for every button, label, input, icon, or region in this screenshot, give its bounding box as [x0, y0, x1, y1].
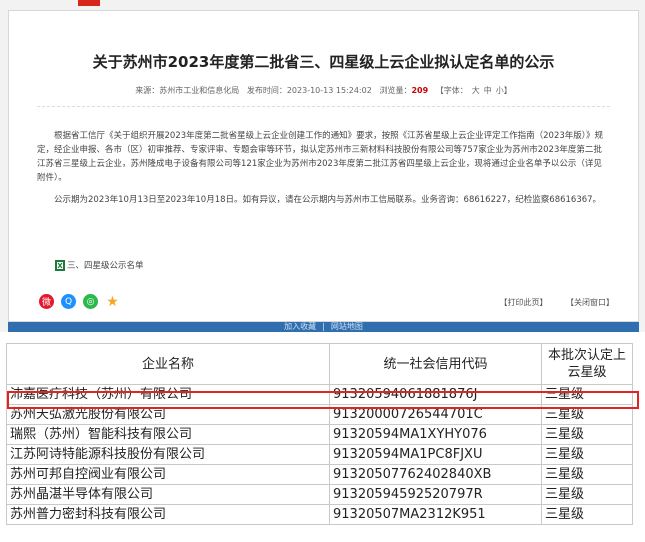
star-level: 三星级: [541, 424, 633, 445]
article-paragraph-1: 根据省工信厅《关于组织开展2023年度第二批省星级上云企业创建工作的通知》要求，…: [37, 131, 604, 183]
star-icon[interactable]: ★: [105, 294, 120, 310]
header-credit-code: 统一社会信用代码: [329, 343, 542, 385]
table-row: 苏州天弘激光股份有限公司 91320000726544701C 三星级: [6, 404, 633, 425]
page-actions: 【打印此页】 【关闭窗口】: [483, 297, 614, 308]
header-star-level: 本批次认定上云星级: [541, 343, 633, 385]
article-title: 关于苏州市2023年度第二批省三、四星级上云企业拟认定名单的公示: [92, 53, 555, 71]
company-name: 瑞熙（苏州）智能科技有限公司: [6, 424, 330, 445]
table-header-row: 企业名称 统一社会信用代码 本批次认定上云星级: [6, 343, 633, 385]
footer-link-sitemap[interactable]: 网站地图: [331, 322, 363, 331]
table-row: 苏州普力密封科技有限公司 91320507MA2312K951 三星级: [6, 504, 633, 525]
font-close: 】: [503, 86, 512, 95]
weibo-icon[interactable]: 微: [39, 294, 54, 309]
company-name: 苏州天弘激光股份有限公司: [6, 404, 330, 425]
article-paragraph-2: 公示期为2023年10月13日至2023年10月18日。如有异议，请在公示期内与…: [54, 195, 602, 205]
wechat-icon[interactable]: ◎: [83, 294, 98, 309]
credit-code: 91320594MA1PC8FJXU: [329, 444, 542, 465]
credit-code: 91320594MA1XYHY076: [329, 424, 542, 445]
table-row: 沛嘉医疗科技（苏州）有限公司 91320594061881876J 三星级: [6, 384, 633, 405]
header-company-name: 企业名称: [6, 343, 330, 385]
star-level: 三星级: [541, 404, 633, 425]
print-button[interactable]: 【打印此页】: [499, 298, 547, 307]
footer-links: 加入收藏 | 网站地图: [284, 322, 363, 331]
company-table: 企业名称 统一社会信用代码 本批次认定上云星级 沛嘉医疗科技（苏州）有限公司 91…: [6, 343, 633, 525]
credit-code: 91320000726544701C: [329, 404, 542, 425]
views-label: 浏览量：: [379, 86, 412, 95]
credit-code: 91320507MA2312K951: [329, 504, 542, 525]
company-name: 江苏阿诗特能源科技股份有限公司: [6, 444, 330, 465]
footer-link-favorite[interactable]: 加入收藏: [284, 322, 316, 331]
source: 苏州市工业和信息化局: [159, 86, 240, 95]
company-name: 沛嘉医疗科技（苏州）有限公司: [6, 384, 330, 405]
font-small-button[interactable]: 小: [496, 86, 504, 95]
footer-bar: 加入收藏 | 网站地图: [8, 322, 639, 332]
view-count: 209: [411, 86, 429, 95]
star-level: 三星级: [541, 384, 633, 405]
publish-time: 2023-10-13 15:24:02: [286, 86, 372, 95]
star-level: 三星级: [541, 464, 633, 485]
table-row: 苏州晶湛半导体有限公司 91320594592520797R 三星级: [6, 484, 633, 505]
credit-code: 91320594061881876J: [329, 384, 542, 405]
font-large-button[interactable]: 大: [472, 86, 480, 95]
article-panel: 关于苏州市2023年度第二批省三、四星级上云企业拟认定名单的公示 来源：苏州市工…: [0, 0, 645, 332]
source-label: 来源：: [135, 86, 160, 95]
table-row: 苏州可邦自控阀业有限公司 91320507762402840XB 三星级: [6, 464, 633, 485]
font-label: 【字体：: [435, 86, 468, 95]
attachment-label: 三、四星级公示名单: [67, 261, 144, 271]
time-label: 发布时间：: [246, 86, 287, 95]
excel-file-icon: [55, 259, 65, 271]
star-level: 三星级: [541, 484, 633, 505]
star-level: 三星级: [541, 504, 633, 525]
company-name: 苏州晶湛半导体有限公司: [6, 484, 330, 505]
company-name: 苏州可邦自控阀业有限公司: [6, 464, 330, 485]
article-card: 关于苏州市2023年度第二批省三、四星级上云企业拟认定名单的公示 来源：苏州市工…: [8, 10, 639, 322]
header-accent: [78, 0, 100, 6]
article-meta: 来源：苏州市工业和信息化局 发布时间：2023-10-13 15:24:02 浏…: [9, 85, 638, 96]
star-level: 三星级: [541, 444, 633, 465]
credit-code: 91320594592520797R: [329, 484, 542, 505]
table-row: 江苏阿诗特能源科技股份有限公司 91320594MA1PC8FJXU 三星级: [6, 444, 633, 465]
close-window-button[interactable]: 【关闭窗口】: [566, 298, 614, 307]
table-row: 瑞熙（苏州）智能科技有限公司 91320594MA1XYHY076 三星级: [6, 424, 633, 445]
company-name: 苏州普力密封科技有限公司: [6, 504, 330, 525]
font-medium-button[interactable]: 中: [484, 86, 492, 95]
divider: [37, 106, 610, 107]
credit-code: 91320507762402840XB: [329, 464, 542, 485]
share-bar: 微 Q ◎ ★: [39, 294, 120, 310]
attachment-link[interactable]: 三、四星级公示名单: [55, 259, 144, 271]
qq-icon[interactable]: Q: [61, 294, 76, 309]
